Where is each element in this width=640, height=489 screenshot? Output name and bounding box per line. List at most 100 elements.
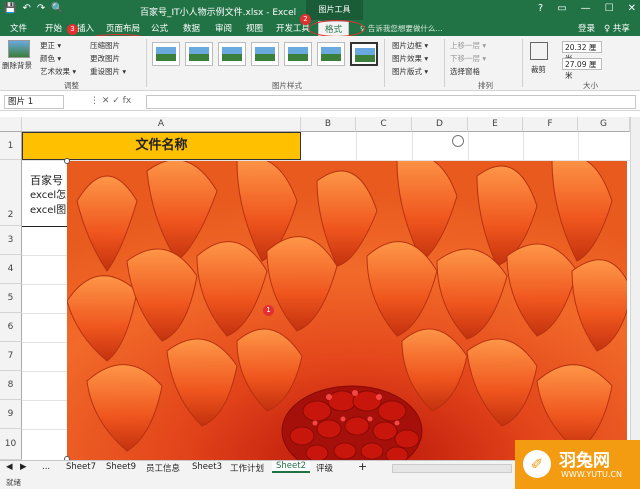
sheet-tab-employee[interactable]: 员工信息 <box>146 462 180 474</box>
watermark-url: WWW.YUTU.CN <box>561 470 622 479</box>
vertical-scrollbar[interactable] <box>630 117 640 460</box>
row-header-1[interactable]: 1 <box>0 132 22 160</box>
style-thumb-5[interactable] <box>284 42 312 66</box>
gridline <box>22 400 67 401</box>
tell-me-search[interactable]: ♀ 告诉我您想要做什么... <box>360 23 443 34</box>
col-header-g[interactable]: G <box>578 117 630 132</box>
add-sheet-button[interactable]: + <box>358 460 367 473</box>
cell-a2-text[interactable]: 百家号 excel怎 excel图 <box>30 173 66 218</box>
tab-formulas[interactable]: 公式 <box>151 22 168 34</box>
window-title: 百家号_IT小人物示例文件.xlsx - Excel <box>140 8 297 18</box>
undo-icon[interactable]: ↶ <box>22 3 30 14</box>
col-header-b[interactable]: B <box>301 117 356 132</box>
picture-tools-group: 图片工具 <box>306 0 363 20</box>
remove-background-icon <box>8 40 30 58</box>
sheet-tab-rating[interactable]: 评级 <box>316 462 333 474</box>
picture-border-button[interactable]: 图片边框 ▾ <box>392 40 428 51</box>
annotation-badge-1: 1 <box>263 305 274 316</box>
bring-forward-button[interactable]: 上移一层 ▾ <box>450 40 486 51</box>
tab-view[interactable]: 视图 <box>246 22 263 34</box>
select-all-corner[interactable] <box>0 117 22 132</box>
row-header-6[interactable]: 6 <box>0 313 22 342</box>
row-header-7[interactable]: 7 <box>0 342 22 371</box>
crop-icon <box>530 42 548 60</box>
gridline <box>356 132 357 160</box>
row-header-3[interactable]: 3 <box>0 226 22 255</box>
row-header-4[interactable]: 4 <box>0 255 22 284</box>
inserted-flower-picture[interactable]: 1 <box>67 161 627 460</box>
remove-background-button[interactable]: 删除背景 <box>2 60 32 71</box>
change-picture-button[interactable]: 更改图片 <box>90 53 120 64</box>
row-header-9[interactable]: 9 <box>0 400 22 429</box>
group-divider <box>146 39 147 87</box>
tab-page-layout[interactable]: 页面布局 <box>106 22 140 34</box>
col-header-a[interactable]: A <box>22 117 301 132</box>
sheet-tab-sheet3[interactable]: Sheet3 <box>192 462 222 472</box>
row-header-8[interactable]: 8 <box>0 371 22 400</box>
help-icon[interactable]: ? <box>538 3 543 14</box>
sheet-tab-work-plan[interactable]: 工作计划 <box>230 462 264 474</box>
formula-bar-icons[interactable]: ⋮ ✕ ✓ fx <box>90 96 131 106</box>
style-thumb-1[interactable] <box>152 42 180 66</box>
save-icon[interactable]: 💾 <box>4 3 16 14</box>
crop-button[interactable]: 裁剪 <box>531 64 546 75</box>
worksheet-grid[interactable]: A B C D E F G 1 2 3 4 5 6 7 8 9 10 文件名称 … <box>0 117 630 462</box>
horizontal-scrollbar[interactable] <box>392 464 512 473</box>
tab-review[interactable]: 审阅 <box>215 22 232 34</box>
yutu-watermark: ✐ 羽兔网 WWW.YUTU.CN <box>515 440 640 489</box>
rotate-handle-icon[interactable] <box>452 135 464 147</box>
picture-effects-button[interactable]: 图片效果 ▾ <box>392 53 428 64</box>
ribbon-display-icon[interactable]: ▭ <box>557 3 566 14</box>
redo-icon[interactable]: ↷ <box>37 3 45 14</box>
style-thumb-3[interactable] <box>218 42 246 66</box>
sheet-tab-sheet7[interactable]: Sheet7 <box>66 462 96 472</box>
sheet-tab-sheet9[interactable]: Sheet9 <box>106 462 136 472</box>
tab-insert[interactable]: 插入 <box>77 22 94 34</box>
col-header-d[interactable]: D <box>412 117 468 132</box>
compress-pictures-button[interactable]: 压缩图片 <box>90 40 120 51</box>
resize-handle[interactable] <box>64 158 70 164</box>
send-backward-button[interactable]: 下移一层 ▾ <box>450 53 486 64</box>
gridline <box>22 313 67 314</box>
formula-bar: 图片 1 ⋮ ✕ ✓ fx <box>0 93 640 111</box>
name-box[interactable]: 图片 1 <box>4 95 64 109</box>
cell-a2-line: excel图 <box>30 205 67 216</box>
share-button[interactable]: ♀ 共享 <box>604 22 630 34</box>
gridline <box>22 342 67 343</box>
col-header-e[interactable]: E <box>468 117 523 132</box>
tab-file[interactable]: 文件 <box>10 22 27 34</box>
style-thumb-4[interactable] <box>251 42 279 66</box>
picture-layout-button[interactable]: 图片版式 ▾ <box>392 66 428 77</box>
corrections-button[interactable]: 更正 ▾ <box>40 40 61 51</box>
style-thumb-selected[interactable] <box>350 42 378 66</box>
sheet-tab-sheet2[interactable]: Sheet2 <box>272 461 310 473</box>
height-input[interactable]: 20.32 厘米 <box>562 41 602 63</box>
row-header-5[interactable]: 5 <box>0 284 22 313</box>
cell-a1-header[interactable]: 文件名称 <box>22 132 301 160</box>
selection-pane-button[interactable]: 选择窗格 <box>450 66 480 77</box>
row-header-10[interactable]: 10 <box>0 429 22 460</box>
maximize-button[interactable]: ☐ <box>605 3 614 14</box>
prev-sheet-button[interactable]: ◀ <box>6 462 13 472</box>
artistic-effects-button[interactable]: 艺术效果 ▾ <box>40 66 76 77</box>
login-link[interactable]: 登录 <box>578 22 595 34</box>
format-tab-highlight <box>308 20 365 37</box>
preview-icon[interactable]: 🔍 <box>51 3 63 14</box>
width-input[interactable]: 27.09 厘米 <box>562 58 602 80</box>
close-button[interactable]: ✕ <box>628 3 636 14</box>
reset-picture-button[interactable]: 重设图片 ▾ <box>90 66 126 77</box>
tab-home[interactable]: 开始 <box>45 22 62 34</box>
tab-data[interactable]: 数据 <box>183 22 200 34</box>
color-button[interactable]: 颜色 ▾ <box>40 53 61 64</box>
formula-input[interactable] <box>146 95 636 109</box>
gridline <box>523 132 524 160</box>
minimize-button[interactable]: — <box>581 3 591 14</box>
row-header-2[interactable]: 2 <box>0 160 22 226</box>
col-header-f[interactable]: F <box>523 117 578 132</box>
more-sheets-button[interactable]: ... <box>42 462 50 472</box>
adjust-group-label: 调整 <box>64 81 79 90</box>
style-thumb-6[interactable] <box>317 42 345 66</box>
next-sheet-button[interactable]: ▶ <box>20 462 27 472</box>
style-thumb-2[interactable] <box>185 42 213 66</box>
col-header-c[interactable]: C <box>356 117 412 132</box>
